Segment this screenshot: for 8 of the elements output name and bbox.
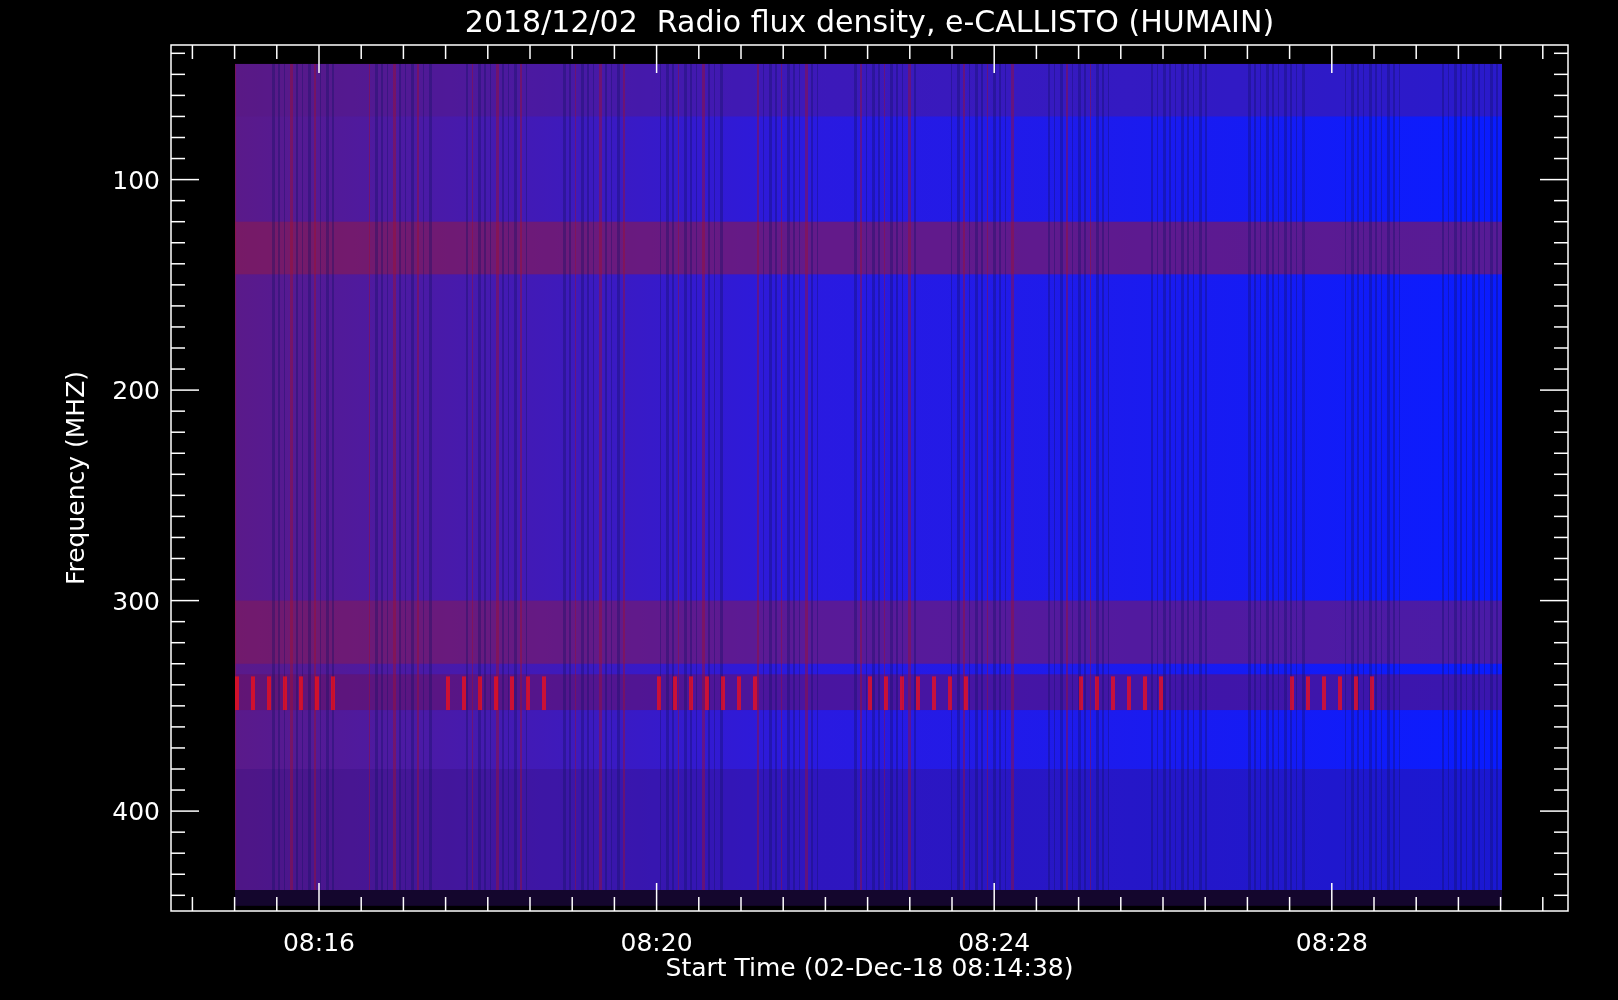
tick-label: 08:28 <box>1295 928 1368 957</box>
axis-label: Frequency (MHZ) <box>61 370 90 586</box>
tick-label: 300 <box>112 586 160 616</box>
plot-title: 2018/12/02 Radio flux density, e-CALLISTO (HUMAIN) <box>464 4 1275 39</box>
tick-label: 08:16 <box>283 928 355 957</box>
tick-label: 400 <box>112 797 160 827</box>
tick-label: 100 <box>112 165 160 195</box>
tick-label: 200 <box>112 376 160 406</box>
